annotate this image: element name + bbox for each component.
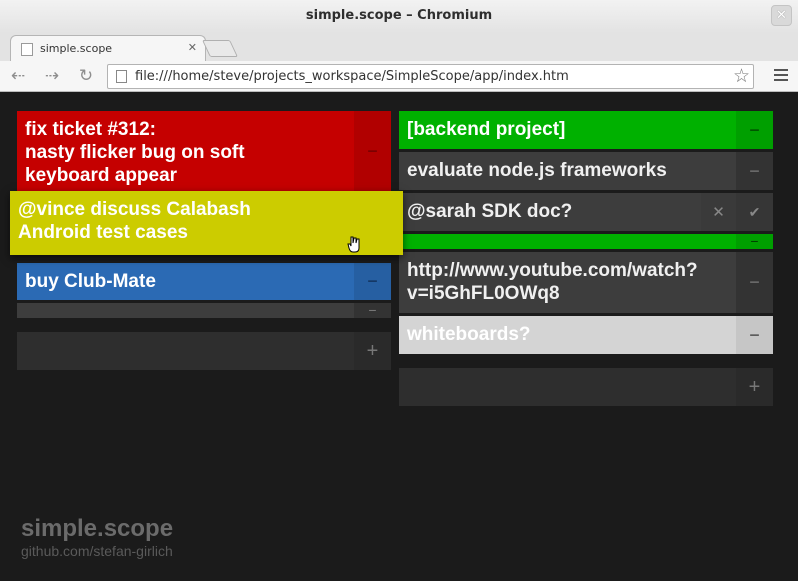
tab-label: simple.scope <box>40 42 113 55</box>
card-text-line: keyboard appear <box>25 165 178 186</box>
card-text: evaluate node.js frameworks <box>407 160 667 181</box>
collapse-button[interactable]: − <box>354 111 391 191</box>
tab-close-icon[interactable]: ✕ <box>188 41 197 54</box>
card-text-line: fix ticket #312: <box>25 119 156 140</box>
reload-icon[interactable]: ↻ <box>74 65 98 87</box>
card-dragged-vince[interactable]: @vince discuss Calabash Android test cas… <box>10 191 403 255</box>
card-text[interactable]: @sarah SDK doc? <box>407 200 729 223</box>
collapse-button[interactable]: − <box>736 252 773 313</box>
card-text-line: http://www.youtube.com/watch? <box>407 260 698 281</box>
collapse-button[interactable]: − <box>736 316 773 354</box>
cancel-icon[interactable]: ✕ <box>701 193 736 231</box>
card-text-line: @vince discuss Calabash <box>18 199 251 220</box>
github-link[interactable]: github.com/stefan-girlich <box>21 543 173 559</box>
card-text: http://www.youtube.com/watch? v=i5GhFL0O… <box>407 259 729 305</box>
add-card-row: + <box>399 368 773 406</box>
card-sarah-sdk-edit[interactable]: @sarah SDK doc? ✕ ✔ <box>399 193 773 231</box>
menu-icon[interactable] <box>774 66 788 86</box>
card-backend-project[interactable]: [backend project] − <box>399 111 773 149</box>
address-bar[interactable]: file:///home/steve/projects_workspace/Si… <box>107 64 754 89</box>
page-content: fix ticket #312: nasty flicker bug on so… <box>0 92 798 581</box>
add-button[interactable]: + <box>736 368 773 406</box>
grab-cursor-icon <box>347 236 360 253</box>
card-collapsed[interactable]: − <box>17 302 391 318</box>
card-text-line: Android test cases <box>18 222 188 243</box>
card-text-line: v=i5GhFL0OWq8 <box>407 283 560 304</box>
card-text: whiteboards? <box>407 324 531 345</box>
card-whiteboards[interactable]: whiteboards? − <box>399 316 773 354</box>
collapse-button[interactable]: − <box>354 263 391 300</box>
tab-simple-scope[interactable]: simple.scope ✕ <box>10 35 206 62</box>
tab-strip: simple.scope ✕ <box>0 33 798 62</box>
title-bar: simple.scope – Chromium ✕ <box>0 0 798 33</box>
page-icon <box>116 70 127 83</box>
app-title: simple.scope <box>21 515 174 542</box>
card-text-line: nasty flicker bug on soft <box>25 142 245 163</box>
browser-toolbar: ⇠ ⇢ ↻ file:///home/steve/projects_worksp… <box>0 61 798 92</box>
add-card-row: + <box>17 332 391 370</box>
add-button[interactable]: + <box>354 332 391 370</box>
collapse-button[interactable]: − <box>736 152 773 190</box>
window-title: simple.scope – Chromium <box>305 8 493 23</box>
forward-icon[interactable]: ⇢ <box>40 65 64 87</box>
window-close-button[interactable]: ✕ <box>771 5 792 26</box>
url-text[interactable]: file:///home/steve/projects_workspace/Si… <box>135 69 569 84</box>
card-collapsed-green[interactable]: − <box>399 233 773 249</box>
back-icon[interactable]: ⇠ <box>6 65 30 87</box>
collapse-button[interactable]: − <box>736 233 773 249</box>
collapse-button[interactable]: − <box>354 302 391 318</box>
card-text: @vince discuss Calabash Android test cas… <box>18 198 395 244</box>
card-youtube-link[interactable]: http://www.youtube.com/watch? v=i5GhFL0O… <box>399 252 773 313</box>
card-fix-ticket[interactable]: fix ticket #312: nasty flicker bug on so… <box>17 111 391 191</box>
card-buy-club-mate[interactable]: buy Club-Mate − <box>17 263 391 300</box>
confirm-icon[interactable]: ✔ <box>736 193 773 231</box>
card-evaluate-node[interactable]: evaluate node.js frameworks − <box>399 152 773 190</box>
page-icon <box>21 43 33 56</box>
collapse-button[interactable]: − <box>736 111 773 149</box>
card-text: fix ticket #312: nasty flicker bug on so… <box>25 118 347 187</box>
browser-window: simple.scope – Chromium ✕ simple.scope ✕… <box>0 0 798 581</box>
bookmark-star-icon[interactable]: ☆ <box>733 65 750 87</box>
card-text: [backend project] <box>407 119 566 140</box>
card-text: buy Club-Mate <box>25 271 156 292</box>
new-tab-button[interactable] <box>202 40 238 57</box>
